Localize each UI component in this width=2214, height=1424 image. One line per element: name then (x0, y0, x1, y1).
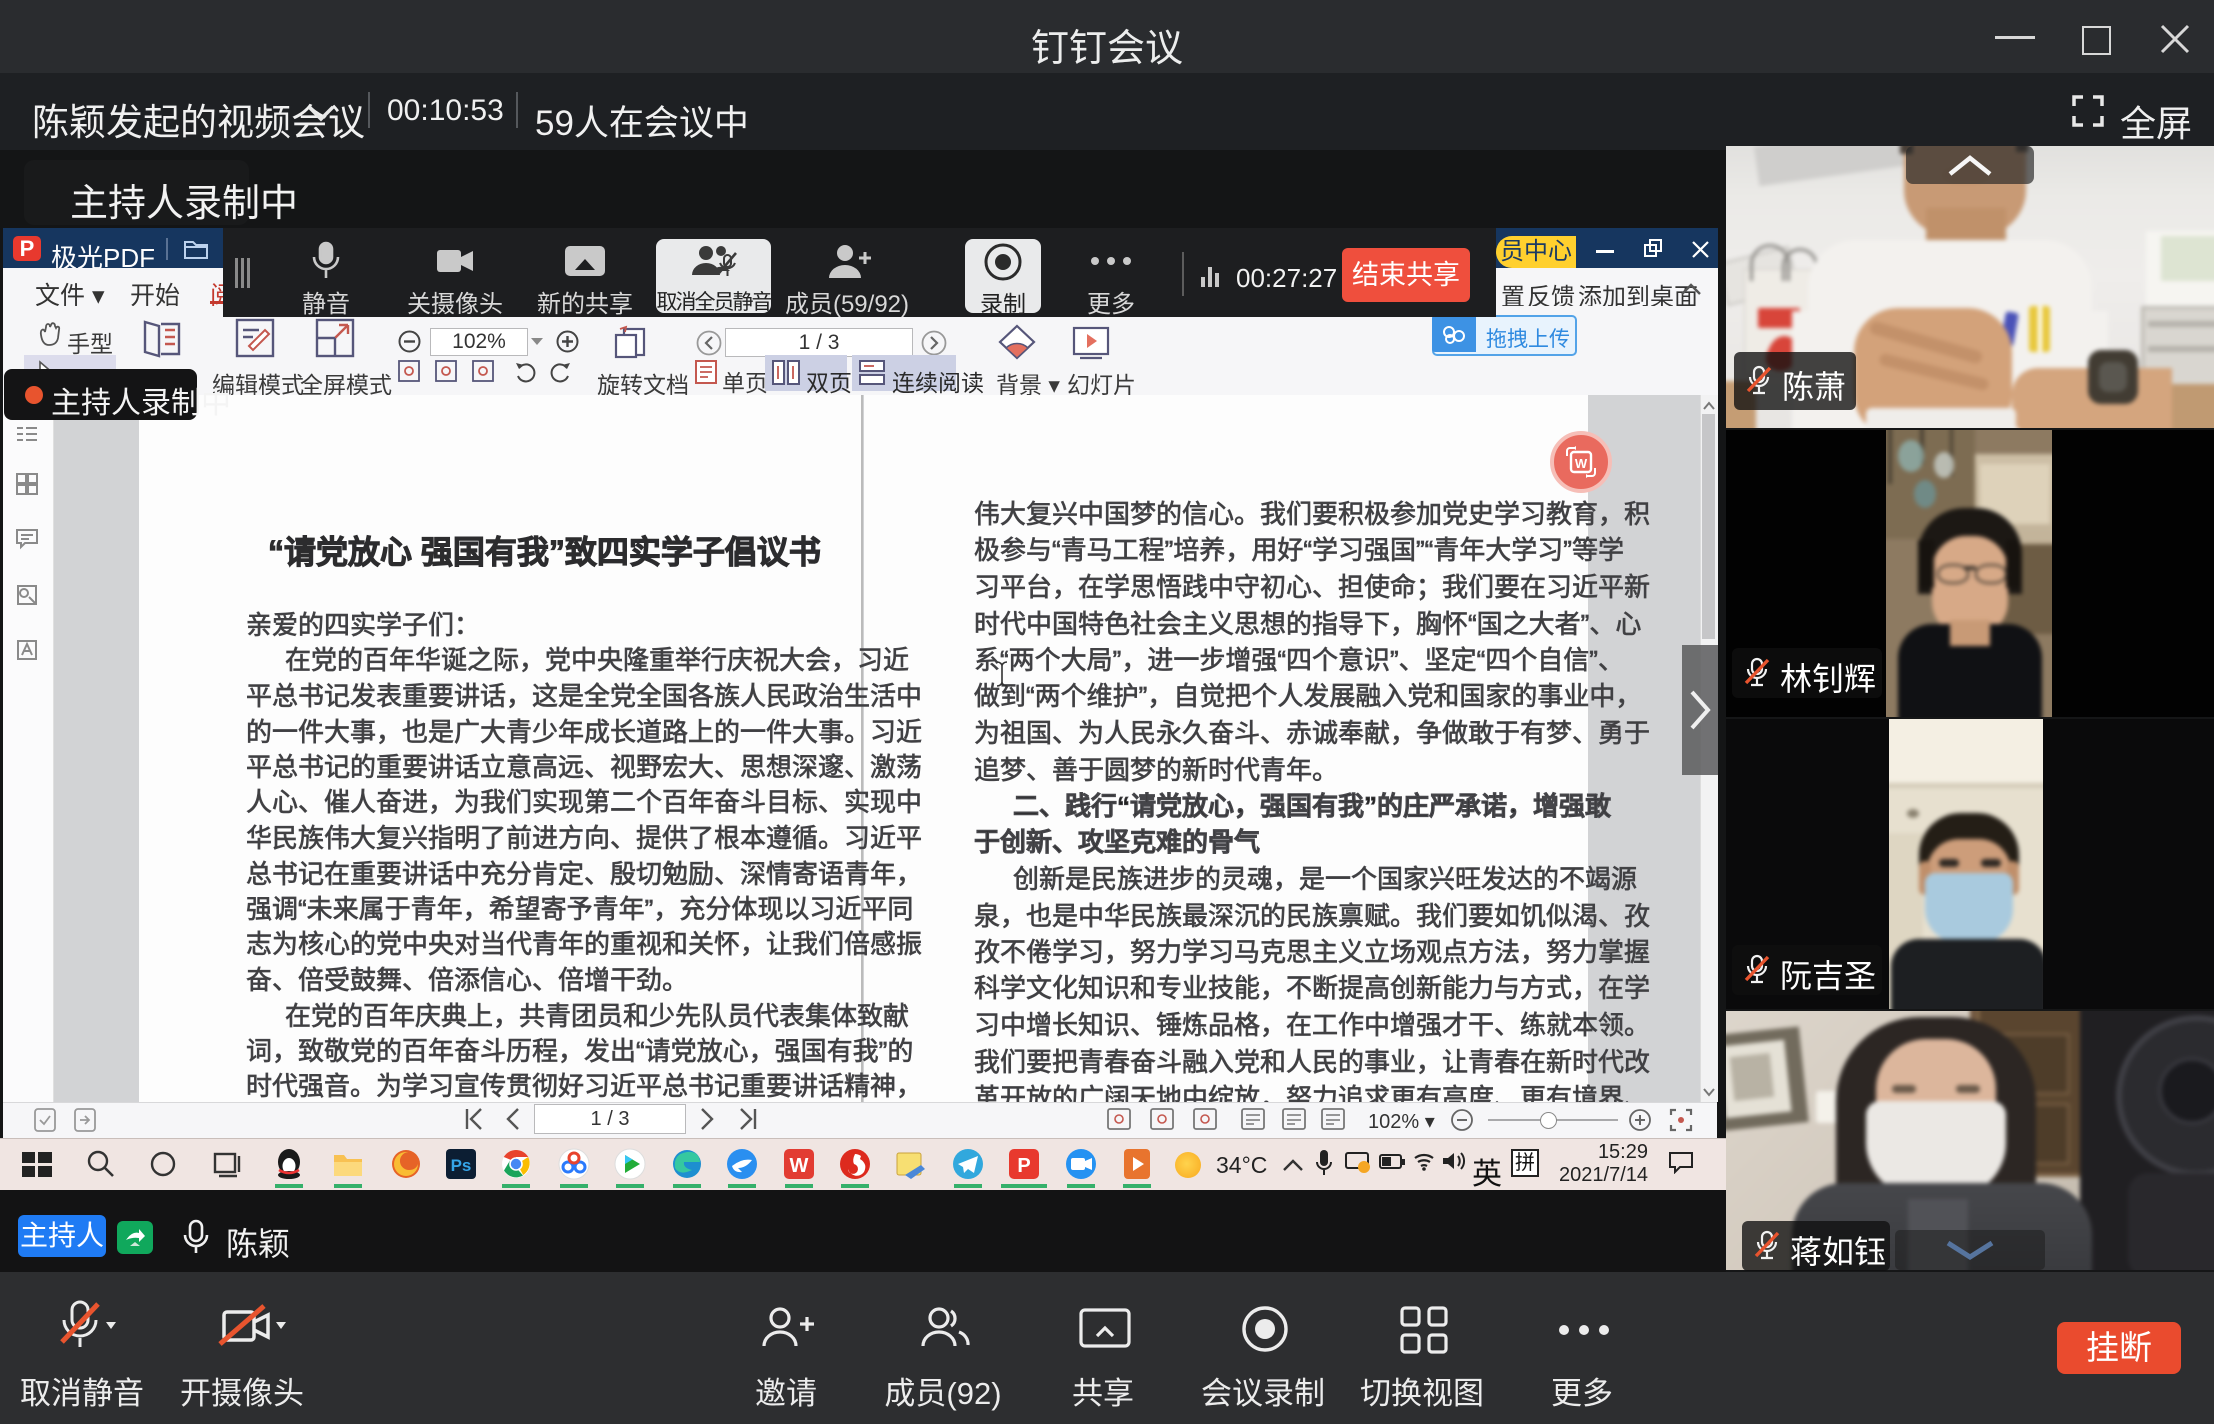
svg-text:P: P (1017, 1155, 1030, 1177)
svg-text:Ps: Ps (451, 1156, 472, 1175)
svg-text:W: W (790, 1155, 809, 1177)
svg-text:W: W (1575, 456, 1588, 471)
